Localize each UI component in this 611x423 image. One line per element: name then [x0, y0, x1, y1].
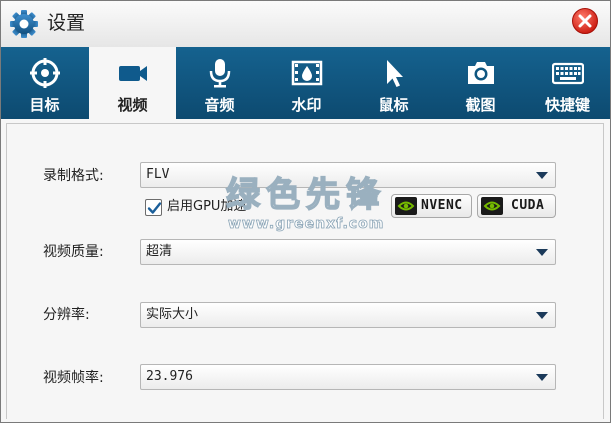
resolution-value: 实际大小 [146, 307, 199, 322]
format-label: 录制格式: [43, 168, 104, 184]
chevron-down-icon [536, 172, 548, 179]
gpu-acceleration-checkbox[interactable] [145, 199, 162, 216]
tab-video[interactable]: 视频 [89, 47, 176, 119]
resolution-label: 分辨率: [43, 307, 90, 323]
nvenc-text: NVENC [421, 198, 463, 213]
target-icon [30, 58, 60, 88]
quality-label: 视频质量: [43, 244, 104, 260]
close-icon[interactable] [571, 7, 599, 35]
title-bar: 设置 [1, 1, 610, 47]
gear-icon [10, 10, 38, 38]
framerate-value: 23.976 [146, 369, 193, 384]
tab-bar: 目标 视频 音频 水印 鼠标 截图 快捷键 [1, 47, 610, 119]
window-title: 设置 [47, 12, 86, 34]
tab-watermark[interactable]: 水印 [263, 47, 350, 119]
tab-label: 截图 [465, 96, 496, 114]
framerate-label: 视频帧率: [43, 370, 104, 386]
chevron-down-icon [536, 312, 548, 319]
nvenc-badge: NVENC [391, 194, 472, 218]
keyboard-icon [552, 62, 584, 85]
nvidia-icon [481, 197, 503, 215]
tab-target[interactable]: 目标 [1, 47, 88, 119]
settings-window: 设置 目标 视频 音频 水印 鼠标 截图 快捷键 录制格式: FLV 启用GPU… [0, 0, 611, 423]
quality-value: 超清 [146, 244, 173, 259]
cuda-text: CUDA [511, 198, 545, 213]
tab-hotkeys[interactable]: 快捷键 [524, 47, 610, 119]
gpu-acceleration-label: 启用GPU加速 [167, 199, 247, 214]
tab-label: 快捷键 [544, 96, 590, 114]
format-select[interactable]: FLV [140, 162, 556, 188]
tab-screenshot[interactable]: 截图 [437, 47, 524, 119]
format-value: FLV [146, 167, 170, 182]
video-camera-icon [119, 66, 147, 81]
tab-audio[interactable]: 音频 [176, 47, 263, 119]
camera-icon [468, 62, 494, 84]
tab-label: 水印 [291, 96, 322, 114]
cursor-icon [387, 60, 403, 87]
tab-label: 鼠标 [378, 96, 409, 114]
framerate-select[interactable]: 23.976 [140, 364, 556, 390]
resolution-select[interactable]: 实际大小 [140, 302, 556, 328]
quality-select[interactable]: 超清 [140, 239, 556, 265]
watermark-icon [291, 60, 323, 86]
tab-label: 视频 [117, 96, 148, 114]
chevron-down-icon [536, 249, 548, 256]
checkmark-icon [147, 202, 162, 214]
tab-label: 音频 [204, 96, 235, 114]
microphone-icon [209, 59, 231, 88]
nvidia-icon [395, 197, 417, 215]
video-settings-panel: 录制格式: FLV 启用GPU加速 NVENC CUDA 绿色先锋 www.gr… [1, 119, 610, 422]
tab-cursor[interactable]: 鼠标 [350, 47, 437, 119]
chevron-down-icon [536, 374, 548, 381]
cuda-badge: CUDA [477, 194, 556, 218]
tab-label: 目标 [29, 96, 60, 114]
